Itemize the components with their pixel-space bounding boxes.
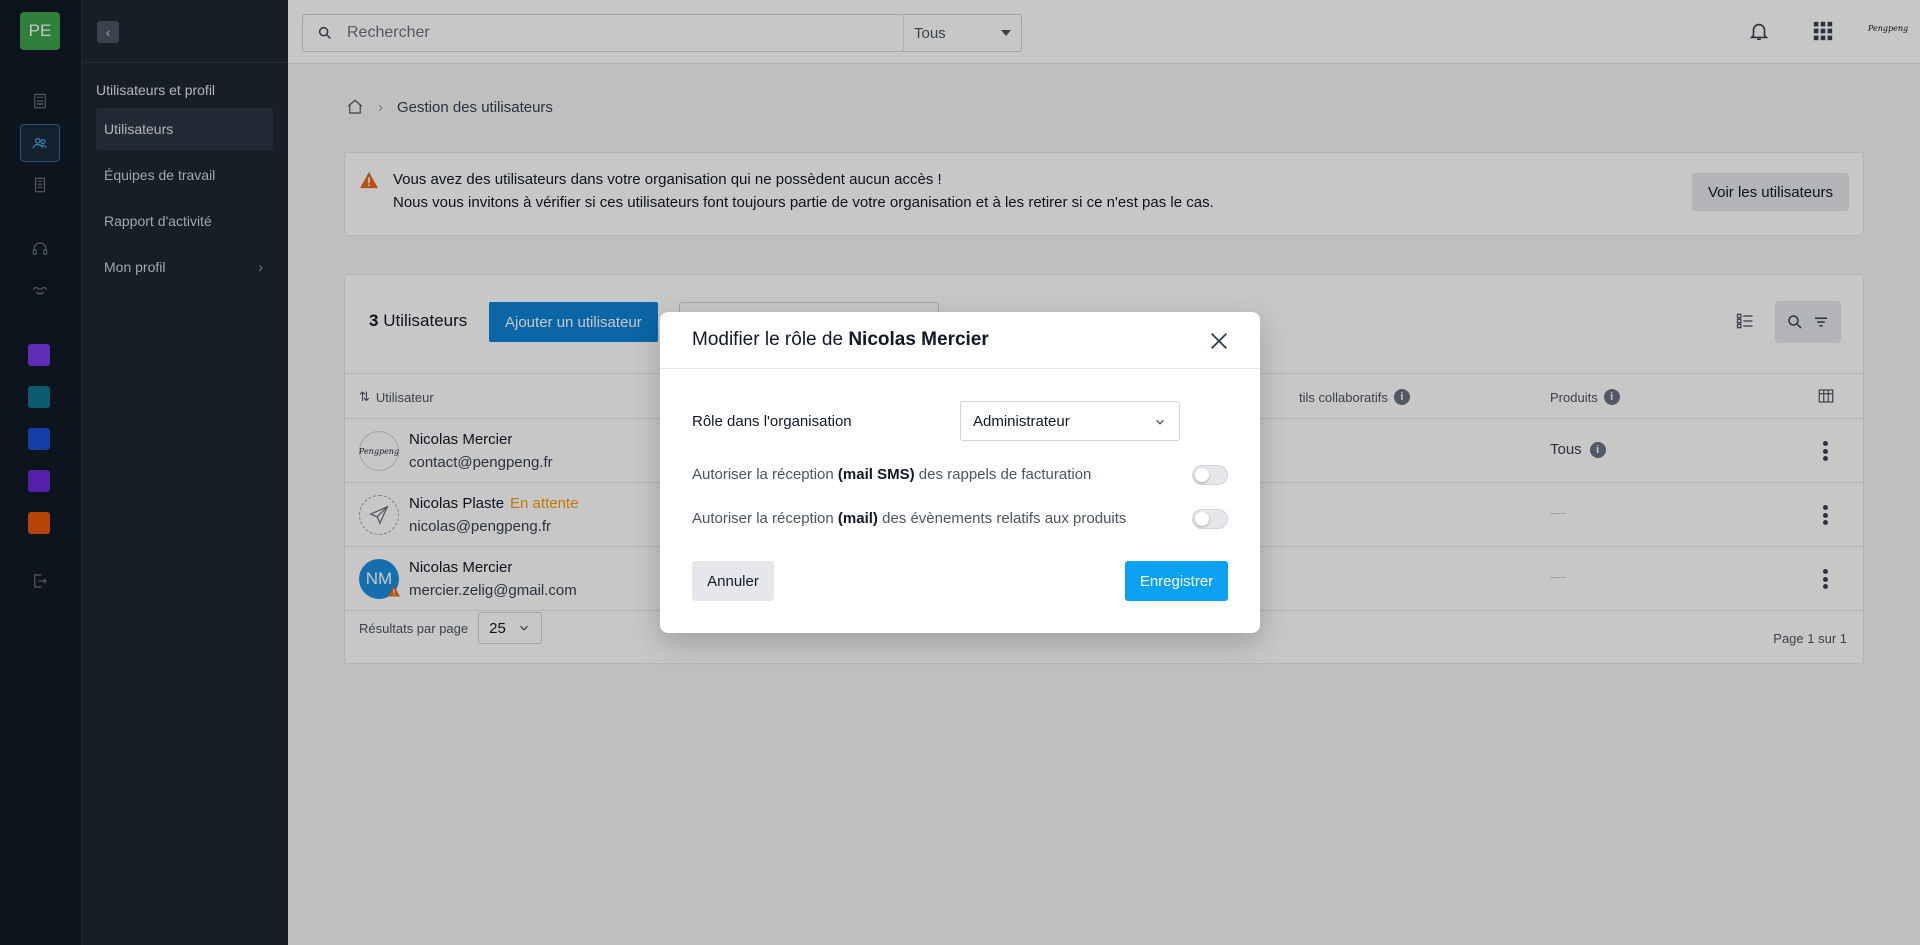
modal-header: Modifier le rôle de Nicolas Mercier — [660, 312, 1260, 369]
save-button[interactable]: Enregistrer — [1125, 561, 1228, 601]
mail-products-option-label: Autoriser la réception (mail) des évènem… — [692, 510, 1126, 527]
close-icon[interactable] — [1208, 330, 1230, 352]
role-select-value: Administrateur — [973, 412, 1070, 430]
modal-title: Modifier le rôle de Nicolas Mercier — [692, 329, 989, 351]
role-select[interactable]: Administrateur — [960, 401, 1180, 441]
modal-title-prefix: Modifier le rôle de — [692, 329, 844, 350]
option-text: des rappels de facturation — [918, 466, 1092, 483]
option-text: Autoriser la réception — [692, 466, 834, 483]
role-label: Rôle dans l'organisation — [692, 413, 852, 430]
sms-billing-option-label: Autoriser la réception (mail SMS) des ra… — [692, 466, 1091, 483]
option-text: des évènements relatifs aux produits — [882, 510, 1127, 527]
option-text: Autoriser la réception — [692, 510, 834, 527]
modal-title-name: Nicolas Mercier — [848, 329, 989, 350]
mail-products-toggle[interactable] — [1192, 509, 1228, 529]
option-channel: (mail) — [837, 510, 878, 527]
sms-billing-toggle[interactable] — [1192, 465, 1228, 485]
chevron-down-icon — [1156, 419, 1164, 425]
edit-role-modal: Modifier le rôle de Nicolas Mercier Rôle… — [660, 312, 1260, 633]
cancel-button[interactable]: Annuler — [692, 561, 774, 601]
option-channel: (mail SMS) — [837, 466, 915, 483]
